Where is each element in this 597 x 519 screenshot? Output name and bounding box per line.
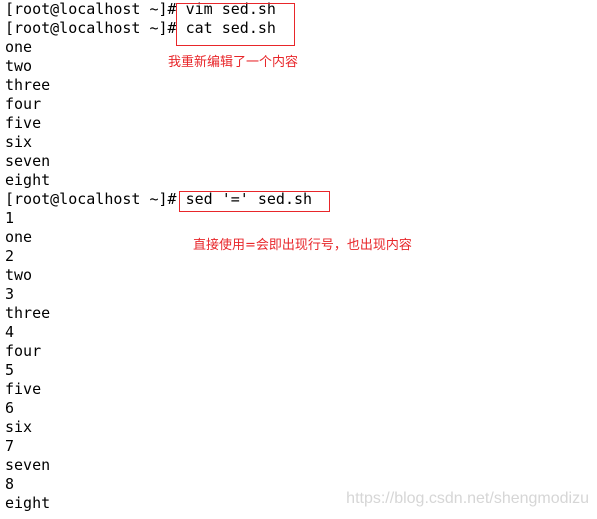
annotation-edited: 我重新编辑了一个内容: [168, 55, 299, 70]
output-line: three: [5, 304, 51, 322]
highlight-box-vim-cat: [176, 3, 295, 46]
output-line: 3: [5, 285, 15, 303]
watermark: https://blog.csdn.net/shengmodizu: [346, 490, 589, 507]
output-line: five: [5, 114, 42, 132]
output-line: five: [5, 380, 42, 398]
output-line: 8: [5, 475, 15, 493]
annotation-line-numbers: 直接使用=会即出现行号，也出现内容: [193, 238, 412, 253]
terminal-output: [root@localhost ~]# vim sed.sh [root@loca…: [5, 0, 312, 513]
output-line: six: [5, 133, 33, 151]
output-line: six: [5, 418, 33, 436]
output-line: 5: [5, 361, 15, 379]
highlight-box-sed: [179, 191, 330, 212]
output-line: seven: [5, 152, 51, 170]
output-line: 6: [5, 399, 15, 417]
output-line: eight: [5, 171, 51, 189]
output-line: four: [5, 342, 42, 360]
output-line: three: [5, 76, 51, 94]
output-line: two: [5, 266, 33, 284]
output-line: 7: [5, 437, 15, 455]
output-line: eight: [5, 494, 51, 512]
output-line: seven: [5, 456, 51, 474]
output-line: four: [5, 95, 42, 113]
output-line: 4: [5, 323, 15, 341]
